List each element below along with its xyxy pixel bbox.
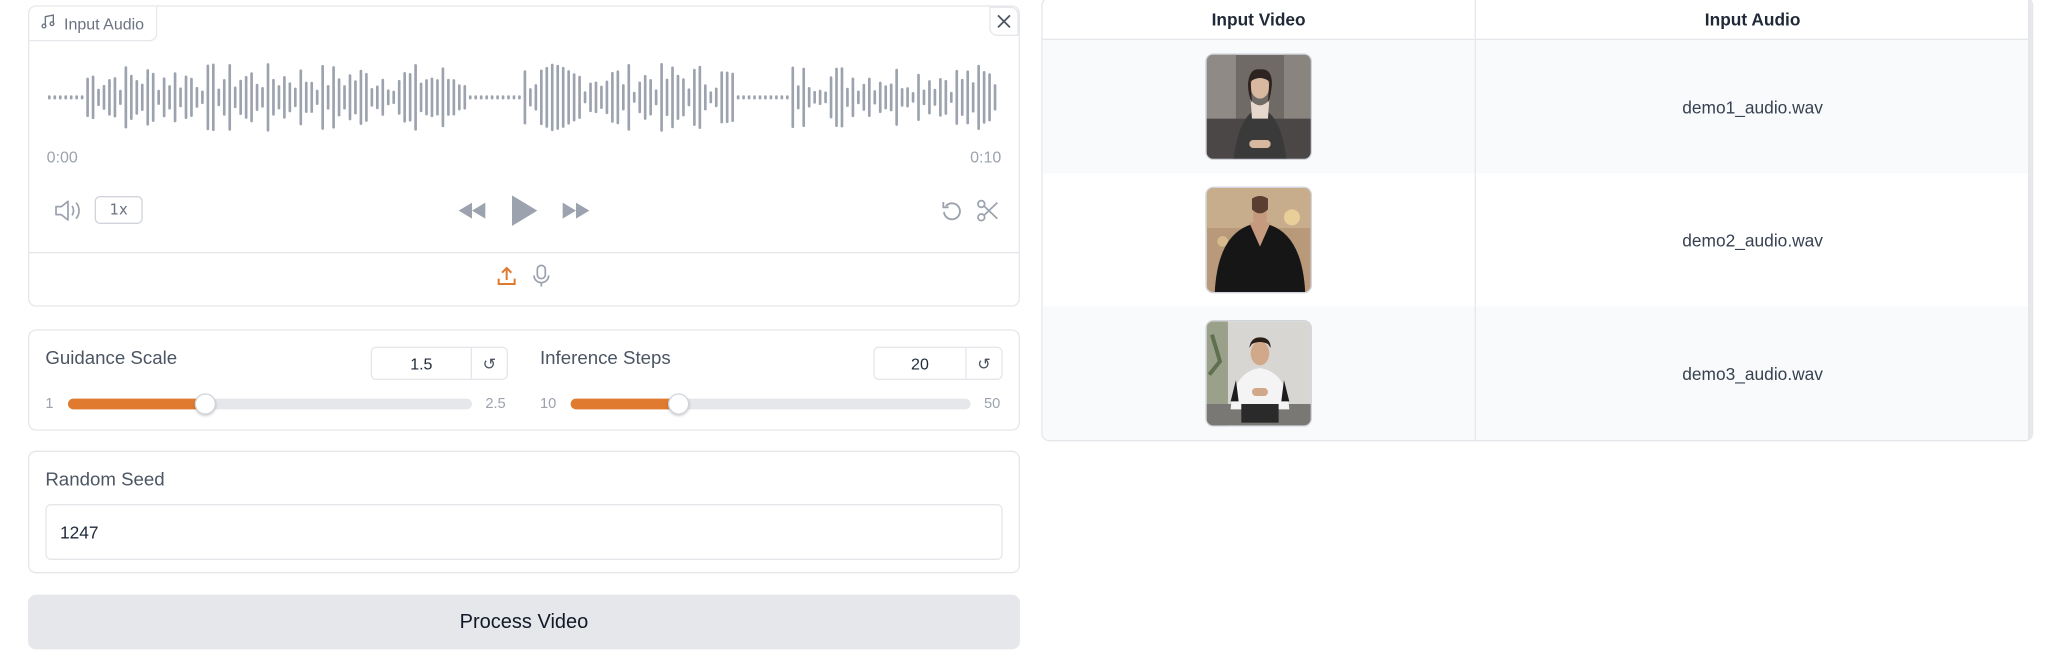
close-icon: [997, 14, 1011, 28]
inference-steps-group: Inference Steps 20 ↺ 10 50: [524, 331, 1019, 430]
microphone-icon: [533, 264, 550, 287]
trim-audio-button[interactable]: [975, 199, 1002, 223]
process-video-button[interactable]: Process Video: [27, 594, 1020, 650]
audio-source-bar: [29, 251, 1019, 305]
play-button[interactable]: [508, 193, 540, 228]
example-audio-cell[interactable]: demo3_audio.wav: [1476, 307, 2029, 440]
guidance-scale-slider-fill: [67, 398, 206, 410]
example-row-3[interactable]: demo3_audio.wav: [1042, 306, 2032, 440]
audio-input-label: Input Audio: [29, 6, 158, 42]
rewind-icon: [458, 202, 486, 219]
example-video-cell[interactable]: [1043, 173, 1476, 307]
guidance-scale-number-input[interactable]: 1.5 ↺: [370, 346, 508, 380]
guidance-scale-slider[interactable]: [67, 393, 472, 415]
skip-backward-button[interactable]: [456, 199, 488, 223]
play-icon: [511, 195, 538, 226]
table-scrollbar-edge: [2027, 0, 2032, 440]
example-row-1[interactable]: demo1_audio.wav: [1042, 39, 2032, 174]
audio-input-panel: Input Audio 0:00 0:10 1x: [27, 5, 1020, 307]
playback-rate-button[interactable]: 1x: [94, 195, 143, 224]
example-row-2[interactable]: demo2_audio.wav: [1043, 173, 2032, 307]
man-in-black-sweater-image: [1206, 187, 1311, 292]
fast-forward-icon: [562, 202, 590, 219]
example-video-thumbnail-1[interactable]: [1205, 53, 1312, 160]
example-audio-cell[interactable]: demo1_audio.wav: [1476, 40, 2029, 173]
guidance-scale-slider-thumb[interactable]: [194, 393, 217, 415]
guidance-scale-max: 2.5: [485, 395, 506, 412]
example-video-cell[interactable]: [1043, 39, 1476, 174]
guidance-scale-group: Guidance Scale 1.5 ↺ 1 2.5: [29, 331, 524, 430]
example-video-thumbnail-3[interactable]: [1205, 319, 1312, 427]
clear-audio-button[interactable]: [989, 6, 1019, 36]
column-header-input-video: Input Video: [1043, 0, 1476, 39]
inference-steps-min: 10: [539, 395, 557, 412]
inference-steps-number-input[interactable]: 20 ↺: [873, 346, 1003, 380]
total-duration: 0:10: [970, 147, 1002, 167]
reset-icon: ↺: [482, 353, 497, 373]
inference-steps-reset-button[interactable]: ↺: [967, 348, 1002, 379]
random-seed-input[interactable]: 1247: [45, 503, 1003, 560]
column-header-input-audio: Input Audio: [1704, 8, 1801, 29]
inference-steps-slider-fill: [570, 398, 679, 410]
skip-forward-button[interactable]: [560, 199, 592, 223]
music-note-icon: [40, 13, 56, 33]
reset-icon: ↺: [977, 353, 991, 373]
guidance-scale-value[interactable]: 1.5: [372, 347, 472, 379]
man-in-white-tshirt-image: [1206, 321, 1311, 426]
volume-icon: [55, 200, 80, 221]
volume-button[interactable]: [52, 197, 84, 224]
guidance-scale-min: 1: [45, 395, 54, 412]
upload-audio-button[interactable]: [496, 265, 517, 293]
random-seed-label: Random Seed: [45, 467, 165, 490]
inference-steps-value[interactable]: 20: [875, 347, 967, 379]
guidance-scale-label: Guidance Scale: [45, 346, 178, 368]
record-audio-button[interactable]: [531, 264, 552, 295]
undo-icon: [942, 201, 961, 221]
reset-audio-button[interactable]: [939, 199, 966, 223]
upload-icon: [497, 266, 516, 285]
woman-in-coat-image: [1206, 54, 1311, 159]
audio-input-label-text: Input Audio: [63, 13, 145, 33]
inference-steps-label: Inference Steps: [539, 346, 671, 368]
current-time: 0:00: [46, 147, 78, 167]
random-seed-panel: Random Seed 1247: [27, 450, 1020, 574]
parameters-panel: Guidance Scale 1.5 ↺ 1 2.5 Inference Ste…: [27, 329, 1020, 431]
examples-header-row: Input Video Input Audio: [1042, 0, 2032, 40]
example-audio-cell[interactable]: demo2_audio.wav: [1476, 173, 2029, 306]
scissors-icon: [977, 199, 998, 222]
inference-steps-slider-thumb[interactable]: [667, 393, 690, 415]
audio-waveform[interactable]: [47, 60, 1002, 135]
inference-steps-max: 50: [983, 395, 1001, 412]
guidance-scale-reset-button[interactable]: ↺: [472, 348, 507, 379]
inference-steps-slider[interactable]: [570, 393, 971, 415]
example-video-cell[interactable]: [1043, 306, 1476, 440]
examples-table: Input Video Input Audio demo1_audio.wav …: [1041, 0, 2034, 442]
example-video-thumbnail-2[interactable]: [1205, 186, 1312, 294]
